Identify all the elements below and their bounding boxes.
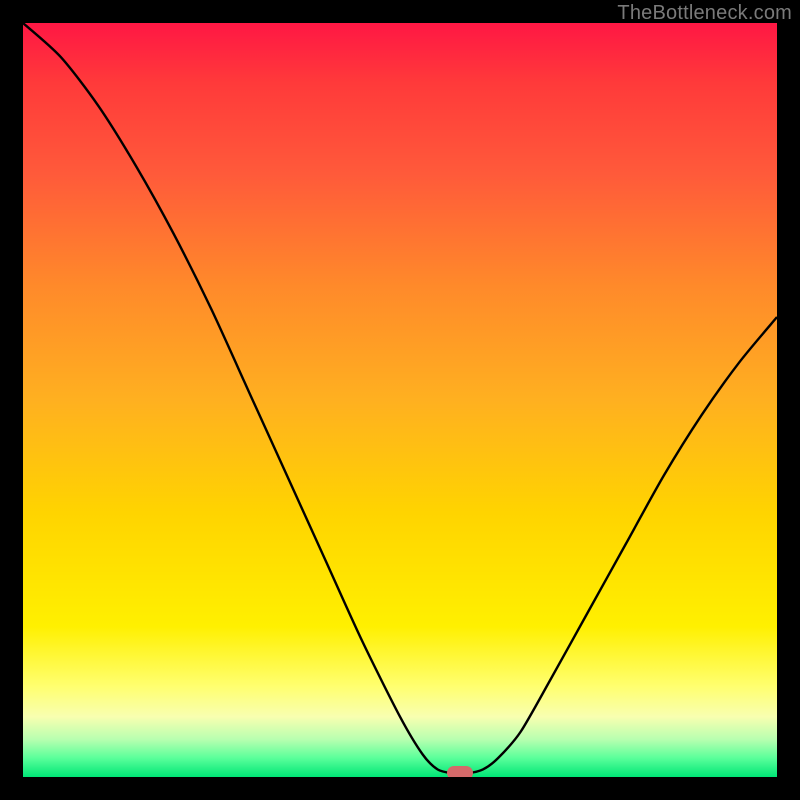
plot-area — [23, 23, 777, 777]
optimal-marker — [447, 766, 473, 777]
curve-svg — [23, 23, 777, 777]
chart-stage: TheBottleneck.com — [0, 0, 800, 800]
watermark-text: TheBottleneck.com — [617, 2, 792, 25]
bottleneck-curve — [23, 23, 777, 774]
